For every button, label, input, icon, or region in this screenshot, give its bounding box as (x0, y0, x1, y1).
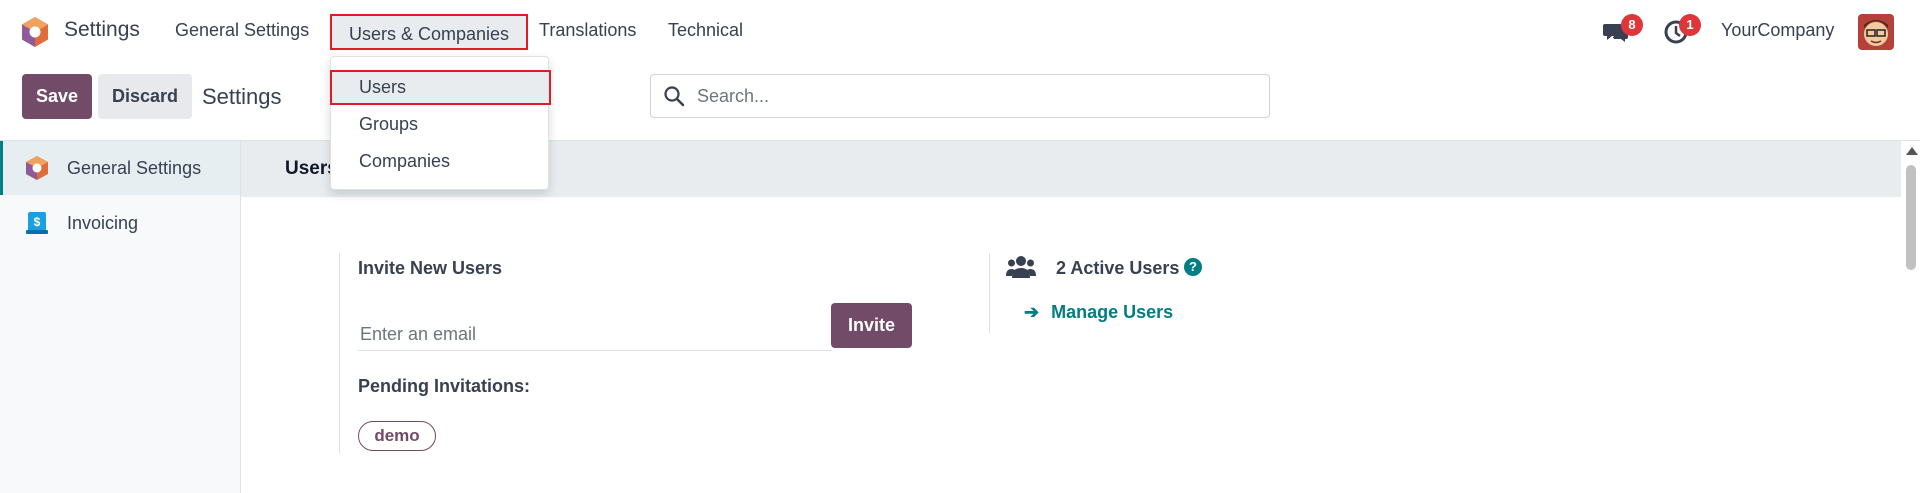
sidebar-item-invoicing[interactable]: $ Invoicing (0, 196, 240, 250)
email-field[interactable] (358, 318, 832, 351)
help-icon[interactable]: ? (1184, 258, 1202, 276)
user-avatar-icon (1858, 14, 1894, 50)
scroll-thumb[interactable] (1906, 165, 1916, 270)
dropdown-item-groups[interactable]: Groups (359, 114, 418, 135)
sidebar-item-label: General Settings (67, 158, 202, 178)
users-group-icon (1006, 256, 1036, 278)
breadcrumb: Settings (202, 84, 282, 109)
pending-invitation-tag[interactable]: demo (358, 421, 436, 451)
avatar[interactable] (1858, 14, 1894, 50)
search-icon (664, 86, 685, 107)
app-name[interactable]: Settings (64, 18, 140, 42)
odoo-logo-icon[interactable] (20, 16, 50, 48)
discard-button[interactable]: Discard (98, 74, 192, 119)
menu-technical[interactable]: Technical (668, 20, 743, 41)
company-switcher[interactable]: YourCompany (1721, 20, 1834, 41)
scrollbar[interactable] (1902, 141, 1920, 493)
arrow-right-icon: ➔ (1024, 302, 1040, 322)
settings-app-icon (26, 156, 48, 180)
activities-badge: 1 (1679, 14, 1701, 36)
manage-users-label: Manage Users (1051, 302, 1174, 322)
pending-invitations-label: Pending Invitations: (358, 376, 531, 396)
save-button[interactable]: Save (22, 74, 92, 119)
active-users-count: 2 Active Users (1056, 258, 1180, 278)
search-bar[interactable] (650, 74, 1270, 118)
messages-badge: 8 (1621, 14, 1643, 36)
sidebar-item-general-settings[interactable]: General Settings (0, 141, 240, 195)
invoicing-app-icon: $ (26, 212, 48, 234)
svg-text:$: $ (34, 215, 41, 229)
settings-sidebar: General Settings $ Invoicing (0, 141, 241, 493)
search-input[interactable] (695, 85, 1239, 108)
menu-users-companies[interactable]: Users & Companies (330, 14, 528, 50)
manage-users-link[interactable]: ➔ Manage Users (1024, 302, 1173, 323)
scroll-up-arrow-icon[interactable] (1906, 147, 1918, 155)
dropdown-item-companies[interactable]: Companies (359, 151, 450, 172)
dropdown-item-users[interactable]: Users (359, 77, 406, 98)
sidebar-item-label: Invoicing (67, 213, 139, 233)
invite-heading: Invite New Users (358, 258, 503, 278)
menu-translations[interactable]: Translations (539, 20, 636, 41)
top-navbar: Settings General Settings Users & Compan… (0, 0, 1920, 64)
divider (989, 253, 990, 333)
users-companies-dropdown: Users Groups Companies (330, 56, 551, 190)
menu-general-settings[interactable]: General Settings (175, 20, 309, 41)
divider (339, 253, 340, 454)
invite-button[interactable]: Invite (831, 303, 912, 348)
